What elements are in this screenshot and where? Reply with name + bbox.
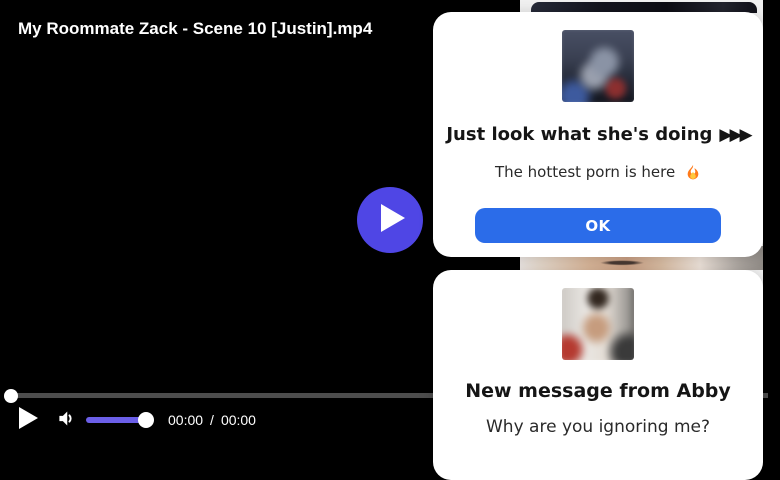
mute-button[interactable] — [53, 408, 77, 432]
fire-icon — [680, 165, 701, 184]
popup-ad-card: Just look what she's doing ▶▶▶ The hottes… — [433, 12, 763, 257]
popup-message-card: New message from Abby Why are you ignori… — [433, 270, 763, 480]
progress-handle[interactable] — [4, 389, 18, 403]
time-separator: / — [210, 412, 214, 428]
blurred-photo-thumbnail — [562, 288, 634, 360]
play-button[interactable] — [16, 406, 40, 434]
play-icon — [375, 203, 406, 237]
popup-subtext-text: The hottest porn is here — [494, 163, 676, 181]
popup-thumbnail[interactable] — [562, 30, 634, 102]
time-current: 00:00 — [168, 412, 204, 428]
popup-thumbnail[interactable] — [562, 288, 634, 360]
ok-button[interactable]: OK — [475, 208, 721, 243]
blurred-photo-thumbnail — [562, 30, 634, 102]
popup-heading: Just look what she's doing ▶▶▶ — [433, 124, 763, 146]
volume-slider[interactable] — [86, 412, 154, 428]
play-icon — [18, 406, 39, 434]
big-play-button[interactable] — [357, 187, 423, 253]
popup-subtext: The hottest porn is here — [433, 163, 763, 184]
popup-heading-text: Just look what she's doing — [446, 124, 713, 145]
speaker-icon — [55, 408, 76, 433]
volume-thumb[interactable] — [138, 412, 154, 428]
video-title: My Roommate Zack - Scene 10 [Justin].mp4 — [18, 19, 373, 38]
volume-track — [86, 417, 146, 423]
popup-subtext: Why are you ignoring me? — [486, 417, 710, 437]
player-controls: 00:00 / 00:00 — [0, 403, 256, 437]
time-display: 00:00 / 00:00 — [168, 412, 256, 428]
time-duration: 00:00 — [220, 412, 256, 428]
triple-arrow-icon: ▶▶▶ — [719, 125, 752, 145]
popup-heading: New message from Abby — [465, 380, 731, 402]
